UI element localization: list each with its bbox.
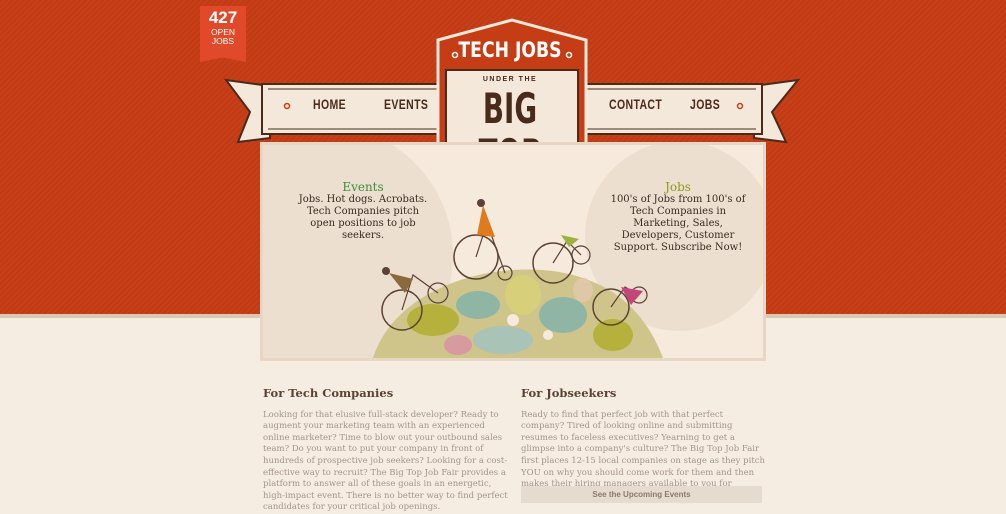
logo-title-top: TECH JOBS: [458, 38, 562, 62]
hero-events-text: Jobs. Hot dogs. Acrobats. Tech Companies…: [298, 194, 428, 241]
companies-body: Looking for that elusive full-stack deve…: [263, 409, 508, 513]
companies-section: For Tech Companies Looking for that elus…: [263, 386, 509, 514]
hero-jobs-block: Jobs 100's of Jobs from 100's of Tech Co…: [603, 181, 753, 254]
nav-contact[interactable]: CONTACT: [609, 96, 662, 116]
nav-jobs[interactable]: JOBS: [690, 96, 720, 116]
hero-jobs-text: 100's of Jobs from 100's of Tech Compani…: [610, 194, 746, 253]
hero-events-title[interactable]: Events: [293, 181, 433, 193]
upcoming-events-button[interactable]: See the Upcoming Events: [521, 486, 762, 503]
logo-title-middle: UNDER THE: [482, 76, 538, 83]
nav-home[interactable]: HOME: [313, 96, 346, 116]
hero-card: Events Jobs. Hot dogs. Acrobats. Tech Co…: [263, 145, 763, 358]
companies-heading: For Tech Companies: [263, 386, 394, 400]
hero-events-block: Events Jobs. Hot dogs. Acrobats. Tech Co…: [293, 181, 433, 242]
jobseekers-heading: For Jobseekers: [521, 386, 617, 400]
nav-events[interactable]: EVENTS: [384, 96, 428, 116]
hero-jobs-title[interactable]: Jobs: [603, 181, 753, 193]
